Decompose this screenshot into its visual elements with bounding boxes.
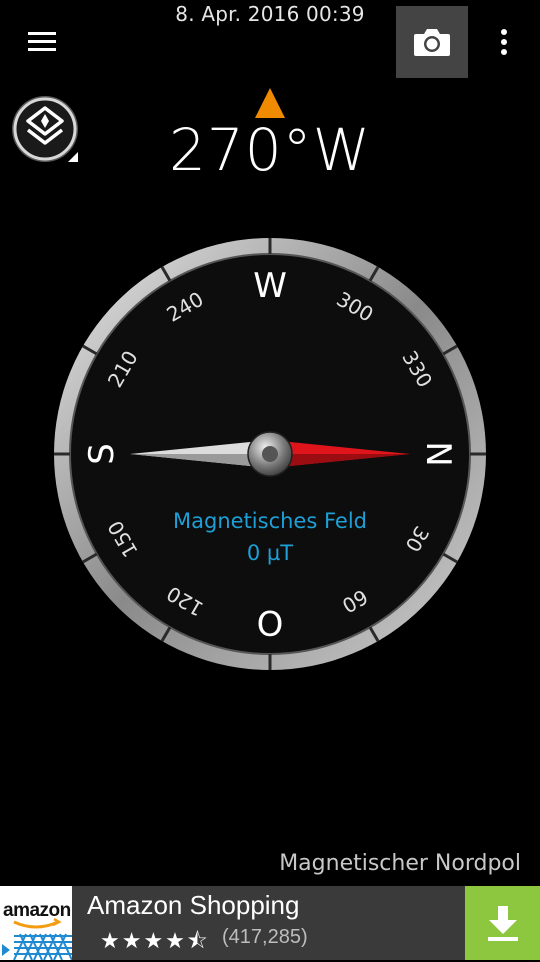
ad-download-button[interactable] bbox=[465, 886, 540, 960]
magnetic-north-pole-label[interactable]: Magnetischer Nordpol bbox=[279, 851, 521, 876]
ad-rating-stars: ★★★★⯪ bbox=[100, 929, 210, 954]
menu-button[interactable] bbox=[22, 24, 62, 60]
more-vert-icon bbox=[501, 29, 507, 55]
ad-rating-count: (417,285) bbox=[222, 926, 308, 948]
heading-readout: 270°W bbox=[168, 116, 372, 184]
magnetic-field-label: Magnetisches Feld bbox=[173, 509, 367, 533]
heading-pointer bbox=[254, 86, 286, 120]
magnetic-field-value: 0 µT bbox=[246, 541, 294, 565]
camera-icon bbox=[414, 29, 450, 56]
menu-icon bbox=[28, 32, 56, 51]
cardinal-north: N bbox=[418, 441, 458, 466]
cardinal-south: S bbox=[82, 443, 122, 465]
cardinal-west: W bbox=[253, 266, 287, 306]
camera-button[interactable] bbox=[396, 6, 468, 78]
ad-banner[interactable]: amazon Amazon Shopping ★★★★⯪ (417,285) bbox=[0, 886, 540, 960]
ad-title: Amazon Shopping bbox=[87, 890, 300, 920]
compass-dial[interactable]: 30 60 120 150 210 240 300 330 NOSW bbox=[52, 236, 488, 672]
amazon-logo: amazon bbox=[0, 886, 72, 960]
cardinal-east: O bbox=[257, 602, 284, 642]
download-icon bbox=[487, 906, 518, 941]
overflow-menu-button[interactable] bbox=[486, 22, 522, 62]
